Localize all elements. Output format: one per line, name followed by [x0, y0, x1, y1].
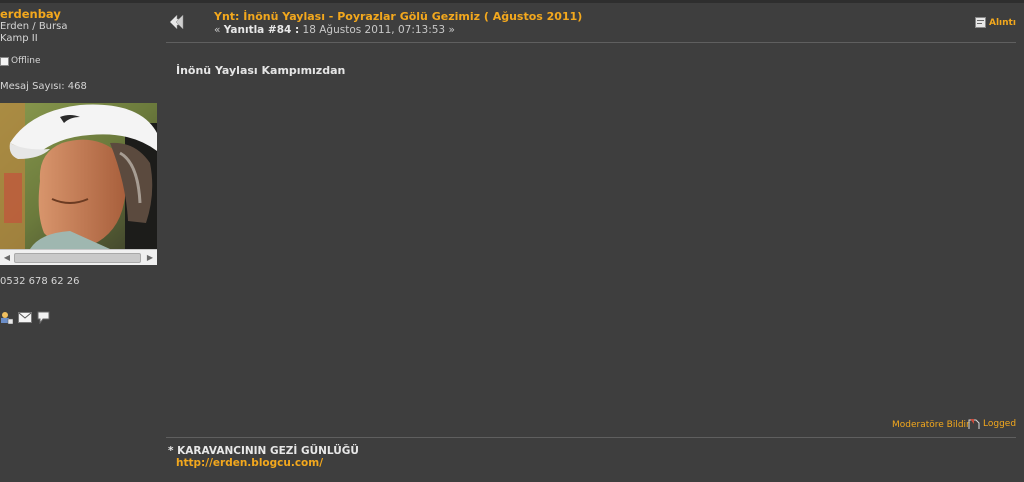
post-body: İnönü Yaylası Kampımızdan: [176, 64, 346, 77]
username-link[interactable]: erdenbay: [0, 7, 61, 21]
quote-icon: [975, 17, 986, 28]
post-meta: « Yanıtla #84 : 18 Ağustos 2011, 07:13:5…: [214, 24, 455, 36]
scroll-left-icon[interactable]: ◀: [0, 250, 14, 265]
post-subject-link[interactable]: Ynt: İnönü Yaylası - Poyrazlar Gölü Gezi…: [214, 10, 582, 23]
signature-title: * KARAVANCININ GEZİ GÜNLÜĞÜ: [168, 445, 359, 457]
avatar-scrollbar[interactable]: ◀ ▶: [0, 249, 157, 265]
personal-message-icon[interactable]: [37, 311, 50, 324]
poster-location: Erden / Bursa: [0, 21, 68, 32]
poster-phone: 0532 678 62 26: [0, 276, 80, 287]
post-count: Mesaj Sayısı: 468: [0, 81, 87, 92]
avatar-photo: [0, 103, 157, 249]
signature-link[interactable]: http://erden.blogcu.com/: [176, 457, 323, 469]
top-border: [0, 0, 1024, 3]
logged-ip: Logged: [968, 418, 1016, 430]
scroll-thumb[interactable]: [14, 253, 141, 263]
logged-label: Logged: [983, 419, 1017, 429]
post-divider: [166, 42, 1016, 43]
offline-icon: [0, 56, 9, 66]
online-status: Offline: [0, 56, 41, 66]
avatar: [0, 103, 157, 249]
quote-label: Alıntı: [989, 17, 1016, 28]
post-arrow-icon: [169, 14, 184, 30]
poster-actions: [0, 311, 50, 324]
post-date: 18 Ağustos 2011, 07:13:53 »: [299, 24, 455, 36]
meta-prefix: «: [214, 24, 224, 36]
signature-divider: [166, 437, 1016, 438]
scroll-right-icon[interactable]: ▶: [143, 250, 157, 265]
status-label: Offline: [11, 56, 41, 66]
report-to-moderator-link[interactable]: Moderatöre Bildir: [892, 420, 970, 430]
reply-number: Yanıtla #84 :: [223, 24, 300, 36]
member-group: Kamp II: [0, 33, 38, 44]
email-icon[interactable]: [18, 312, 32, 323]
ip-icon: [968, 419, 980, 429]
quote-button[interactable]: Alıntı: [975, 17, 1016, 28]
profile-icon[interactable]: [0, 311, 13, 324]
